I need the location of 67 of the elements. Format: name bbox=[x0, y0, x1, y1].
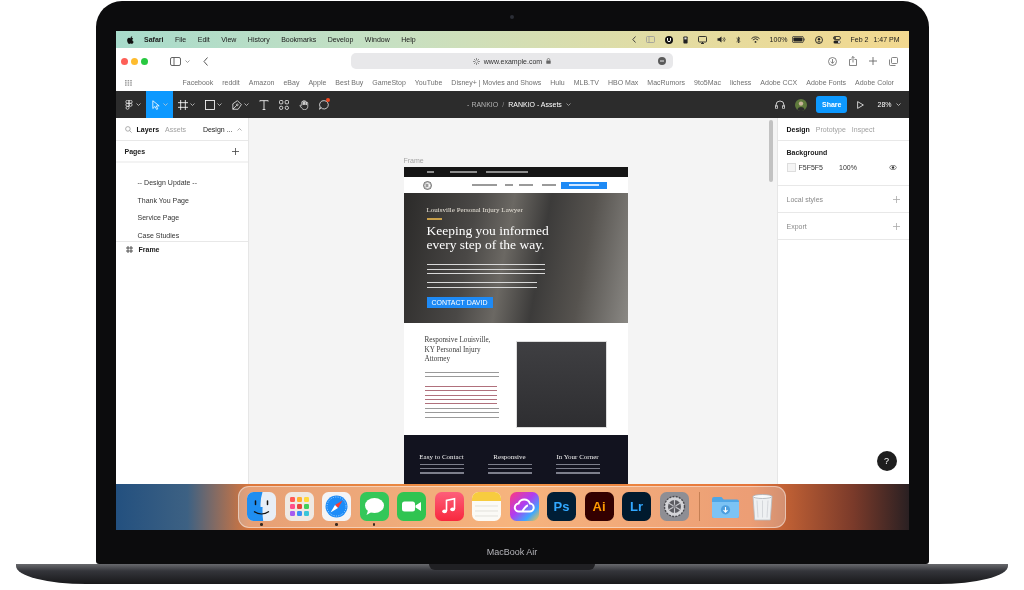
minus-circle-icon[interactable] bbox=[658, 57, 666, 65]
close-button[interactable] bbox=[120, 57, 128, 65]
color-swatch-icon[interactable] bbox=[786, 163, 796, 172]
caret-icon bbox=[135, 103, 141, 106]
square-icon bbox=[204, 99, 215, 110]
download-icon[interactable] bbox=[827, 56, 837, 66]
monogram-logo-icon bbox=[422, 180, 432, 190]
gear-icon[interactable] bbox=[659, 492, 689, 521]
frame-icon bbox=[125, 246, 133, 254]
horseshoe-icon[interactable] bbox=[664, 35, 673, 44]
speaker-icon[interactable] bbox=[716, 36, 726, 43]
apple-icon[interactable] bbox=[126, 35, 134, 44]
share-icon[interactable] bbox=[848, 56, 857, 66]
scrollbar[interactable] bbox=[768, 120, 773, 182]
bluetooth-icon[interactable] bbox=[735, 35, 741, 44]
headphones-icon[interactable] bbox=[775, 100, 785, 109]
camera-icon bbox=[510, 15, 514, 19]
plus-icon[interactable] bbox=[868, 57, 877, 65]
user-icon[interactable] bbox=[814, 35, 823, 44]
nav-cta-drawing bbox=[560, 181, 607, 189]
app-icon[interactable]: Ai bbox=[584, 492, 614, 521]
pen-icon bbox=[231, 99, 242, 110]
caret-icon bbox=[216, 103, 222, 106]
loading-spinner-icon bbox=[472, 57, 480, 65]
cloud-loops-icon[interactable] bbox=[509, 492, 539, 521]
text-tool-icon bbox=[258, 99, 269, 110]
grid-icon[interactable] bbox=[124, 79, 132, 86]
app-icon[interactable]: Lr bbox=[622, 492, 651, 521]
back-icon[interactable] bbox=[202, 56, 208, 66]
user-avatar[interactable] bbox=[795, 98, 807, 111]
cursor-icon bbox=[150, 99, 161, 110]
wifi-icon[interactable] bbox=[750, 36, 760, 43]
music-note-icon[interactable] bbox=[434, 492, 464, 521]
toggle-switches-icon[interactable] bbox=[832, 35, 841, 44]
nav-link-drawing bbox=[541, 184, 556, 186]
battery-icon[interactable] bbox=[791, 36, 805, 43]
sidebar-icon[interactable] bbox=[169, 56, 181, 66]
caret-icon bbox=[189, 103, 195, 106]
compass-icon[interactable] bbox=[322, 492, 351, 521]
nav-link-drawing bbox=[504, 184, 513, 186]
caret-icon bbox=[895, 103, 901, 106]
eye-icon[interactable] bbox=[888, 165, 897, 170]
frame-icon bbox=[177, 99, 188, 110]
hand-icon bbox=[298, 99, 309, 110]
caret-icon bbox=[236, 127, 242, 131]
components-icon bbox=[278, 99, 289, 110]
app-icon[interactable]: Ps bbox=[547, 492, 576, 521]
caret-icon bbox=[243, 103, 249, 106]
logo-icon bbox=[123, 99, 134, 110]
app-grid-icon[interactable] bbox=[284, 492, 314, 521]
nav-link-drawing bbox=[518, 184, 533, 186]
display-icon[interactable] bbox=[697, 35, 707, 44]
caret-icon bbox=[565, 103, 571, 106]
lock-icon bbox=[546, 58, 552, 64]
caret-icon bbox=[162, 103, 168, 106]
caret-icon[interactable] bbox=[184, 59, 190, 63]
tabs-icon[interactable] bbox=[888, 56, 898, 66]
plus-icon[interactable] bbox=[231, 147, 239, 155]
nav-link-drawing bbox=[471, 184, 497, 186]
device-icon[interactable] bbox=[682, 35, 688, 44]
model-label: MacBook Air bbox=[486, 547, 538, 558]
play-icon[interactable] bbox=[857, 100, 865, 109]
chevron-left-icon[interactable] bbox=[631, 36, 636, 43]
hero-headline: Keeping you informed every step of the way. bbox=[426, 223, 550, 252]
move-tool-button[interactable] bbox=[145, 91, 173, 118]
smiling-face-icon[interactable] bbox=[247, 492, 276, 521]
speech-bubble-icon bbox=[318, 99, 329, 110]
